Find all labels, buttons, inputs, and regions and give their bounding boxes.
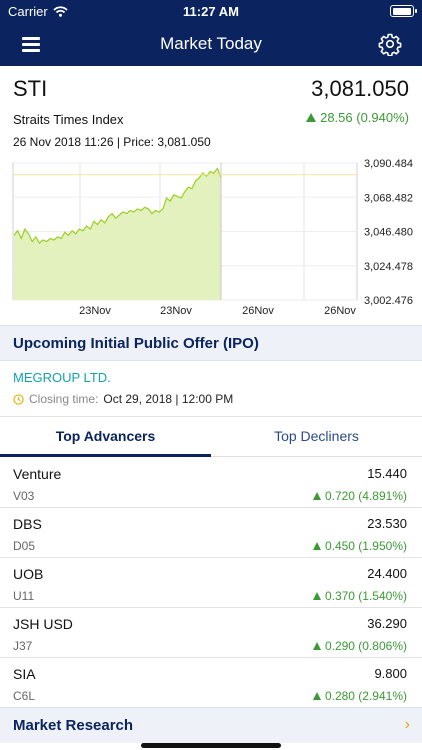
closing-time-label: Closing time: (29, 392, 99, 406)
table-row[interactable]: JSH USD J37 36.290 0.290 (0.806%) (0, 608, 422, 658)
stock-change: 0.450 (1.950%) (312, 539, 407, 553)
stock-price: 36.290 (367, 616, 407, 631)
up-arrow-icon (312, 542, 321, 550)
battery-icon (390, 5, 417, 17)
stock-price: 15.440 (367, 466, 407, 481)
clock-icon (13, 393, 24, 405)
gear-icon[interactable] (378, 32, 402, 56)
ipo-section-header: Upcoming Initial Public Offer (IPO) (0, 325, 422, 361)
index-symbol: STI (13, 76, 48, 101)
tab-top-advancers[interactable]: Top Advancers (0, 417, 211, 457)
stock-name: UOB (13, 566, 44, 582)
y-tick-label: 3,002.476 (364, 295, 413, 307)
ipo-section-title: Upcoming Initial Public Offer (IPO) (13, 335, 259, 352)
x-tick-label: 26Nov (242, 305, 274, 317)
tab-top-decliners[interactable]: Top Decliners (211, 417, 422, 457)
table-row[interactable]: UOB U11 24.400 0.370 (1.540%) (0, 558, 422, 608)
stock-change-value: 0.280 (2.941%) (324, 689, 407, 703)
up-arrow-icon (312, 492, 321, 500)
closing-time-value: Oct 29, 2018 | 12:00 PM (103, 392, 234, 406)
up-arrow-icon (312, 642, 321, 650)
stock-code: C6L (13, 689, 36, 703)
index-change-value: 28.56 (0.940%) (320, 110, 409, 125)
stock-name: JSH USD (13, 616, 73, 632)
y-tick-label: 3,068.482 (364, 192, 413, 204)
x-tick-label: 26Nov (324, 305, 356, 317)
home-indicator (141, 743, 281, 748)
chevron-right-icon: › (404, 716, 410, 733)
index-change: 28.56 (0.940%) (306, 110, 409, 125)
stock-code: V03 (13, 489, 35, 503)
stock-change-value: 0.370 (1.540%) (324, 589, 407, 603)
stock-change: 0.370 (1.540%) (312, 589, 407, 603)
up-arrow-icon (306, 113, 317, 122)
ipo-company-link[interactable]: MEGROUP LTD. (13, 370, 111, 385)
stock-change: 0.720 (4.891%) (312, 489, 407, 503)
index-full-name: Straits Times Index (13, 112, 124, 127)
stock-code: U11 (13, 589, 35, 603)
stock-name: Venture (13, 466, 62, 482)
y-tick-label: 3,046.480 (364, 227, 413, 239)
up-arrow-icon (312, 692, 321, 700)
page-title: Market Today (160, 34, 262, 53)
stock-change: 0.280 (2.941%) (312, 689, 407, 703)
stock-price: 23.530 (367, 516, 407, 531)
market-research-label: Market Research (13, 717, 134, 734)
stock-price: 24.400 (367, 566, 407, 581)
stock-code: D05 (13, 539, 36, 553)
navigation-bar: Market Today (0, 22, 422, 66)
ipo-closing-time: Closing time: Oct 29, 2018 | 12:00 PM (13, 392, 233, 406)
stock-change-value: 0.290 (0.806%) (324, 639, 407, 653)
status-bar: Carrier 11:27 AM (0, 0, 422, 22)
up-arrow-icon (312, 592, 321, 600)
clock-time: 11:27 AM (183, 4, 239, 19)
price-chart[interactable]: 3,090.484 3,068.482 3,046.480 3,024.478 3,00… (0, 155, 422, 320)
table-row[interactable]: SIA C6L 9.800 0.280 (2.941%) (0, 658, 422, 708)
market-research-link[interactable]: Market Research › (0, 707, 422, 743)
y-tick-label: 3,024.478 (364, 261, 413, 273)
y-tick-label: 3,090.484 (364, 158, 413, 170)
table-row[interactable]: DBS D05 23.530 0.450 (1.950%) (0, 508, 422, 558)
stock-name: SIA (13, 666, 36, 682)
stock-price: 9.800 (374, 666, 407, 681)
index-price-timestamp: 26 Nov 2018 11:26 | Price: 3,081.050 (13, 135, 211, 149)
x-tick-label: 23Nov (160, 305, 192, 317)
stock-change-value: 0.720 (4.891%) (324, 489, 407, 503)
x-tick-label: 23Nov (79, 305, 111, 317)
stock-change-value: 0.450 (1.950%) (324, 539, 407, 553)
table-row[interactable]: Venture V03 15.440 0.720 (4.891%) (0, 458, 422, 508)
stock-code: J37 (13, 639, 33, 653)
index-value: 3,081.050 (311, 76, 409, 101)
stock-change: 0.290 (0.806%) (312, 639, 407, 653)
stock-name: DBS (13, 516, 42, 532)
